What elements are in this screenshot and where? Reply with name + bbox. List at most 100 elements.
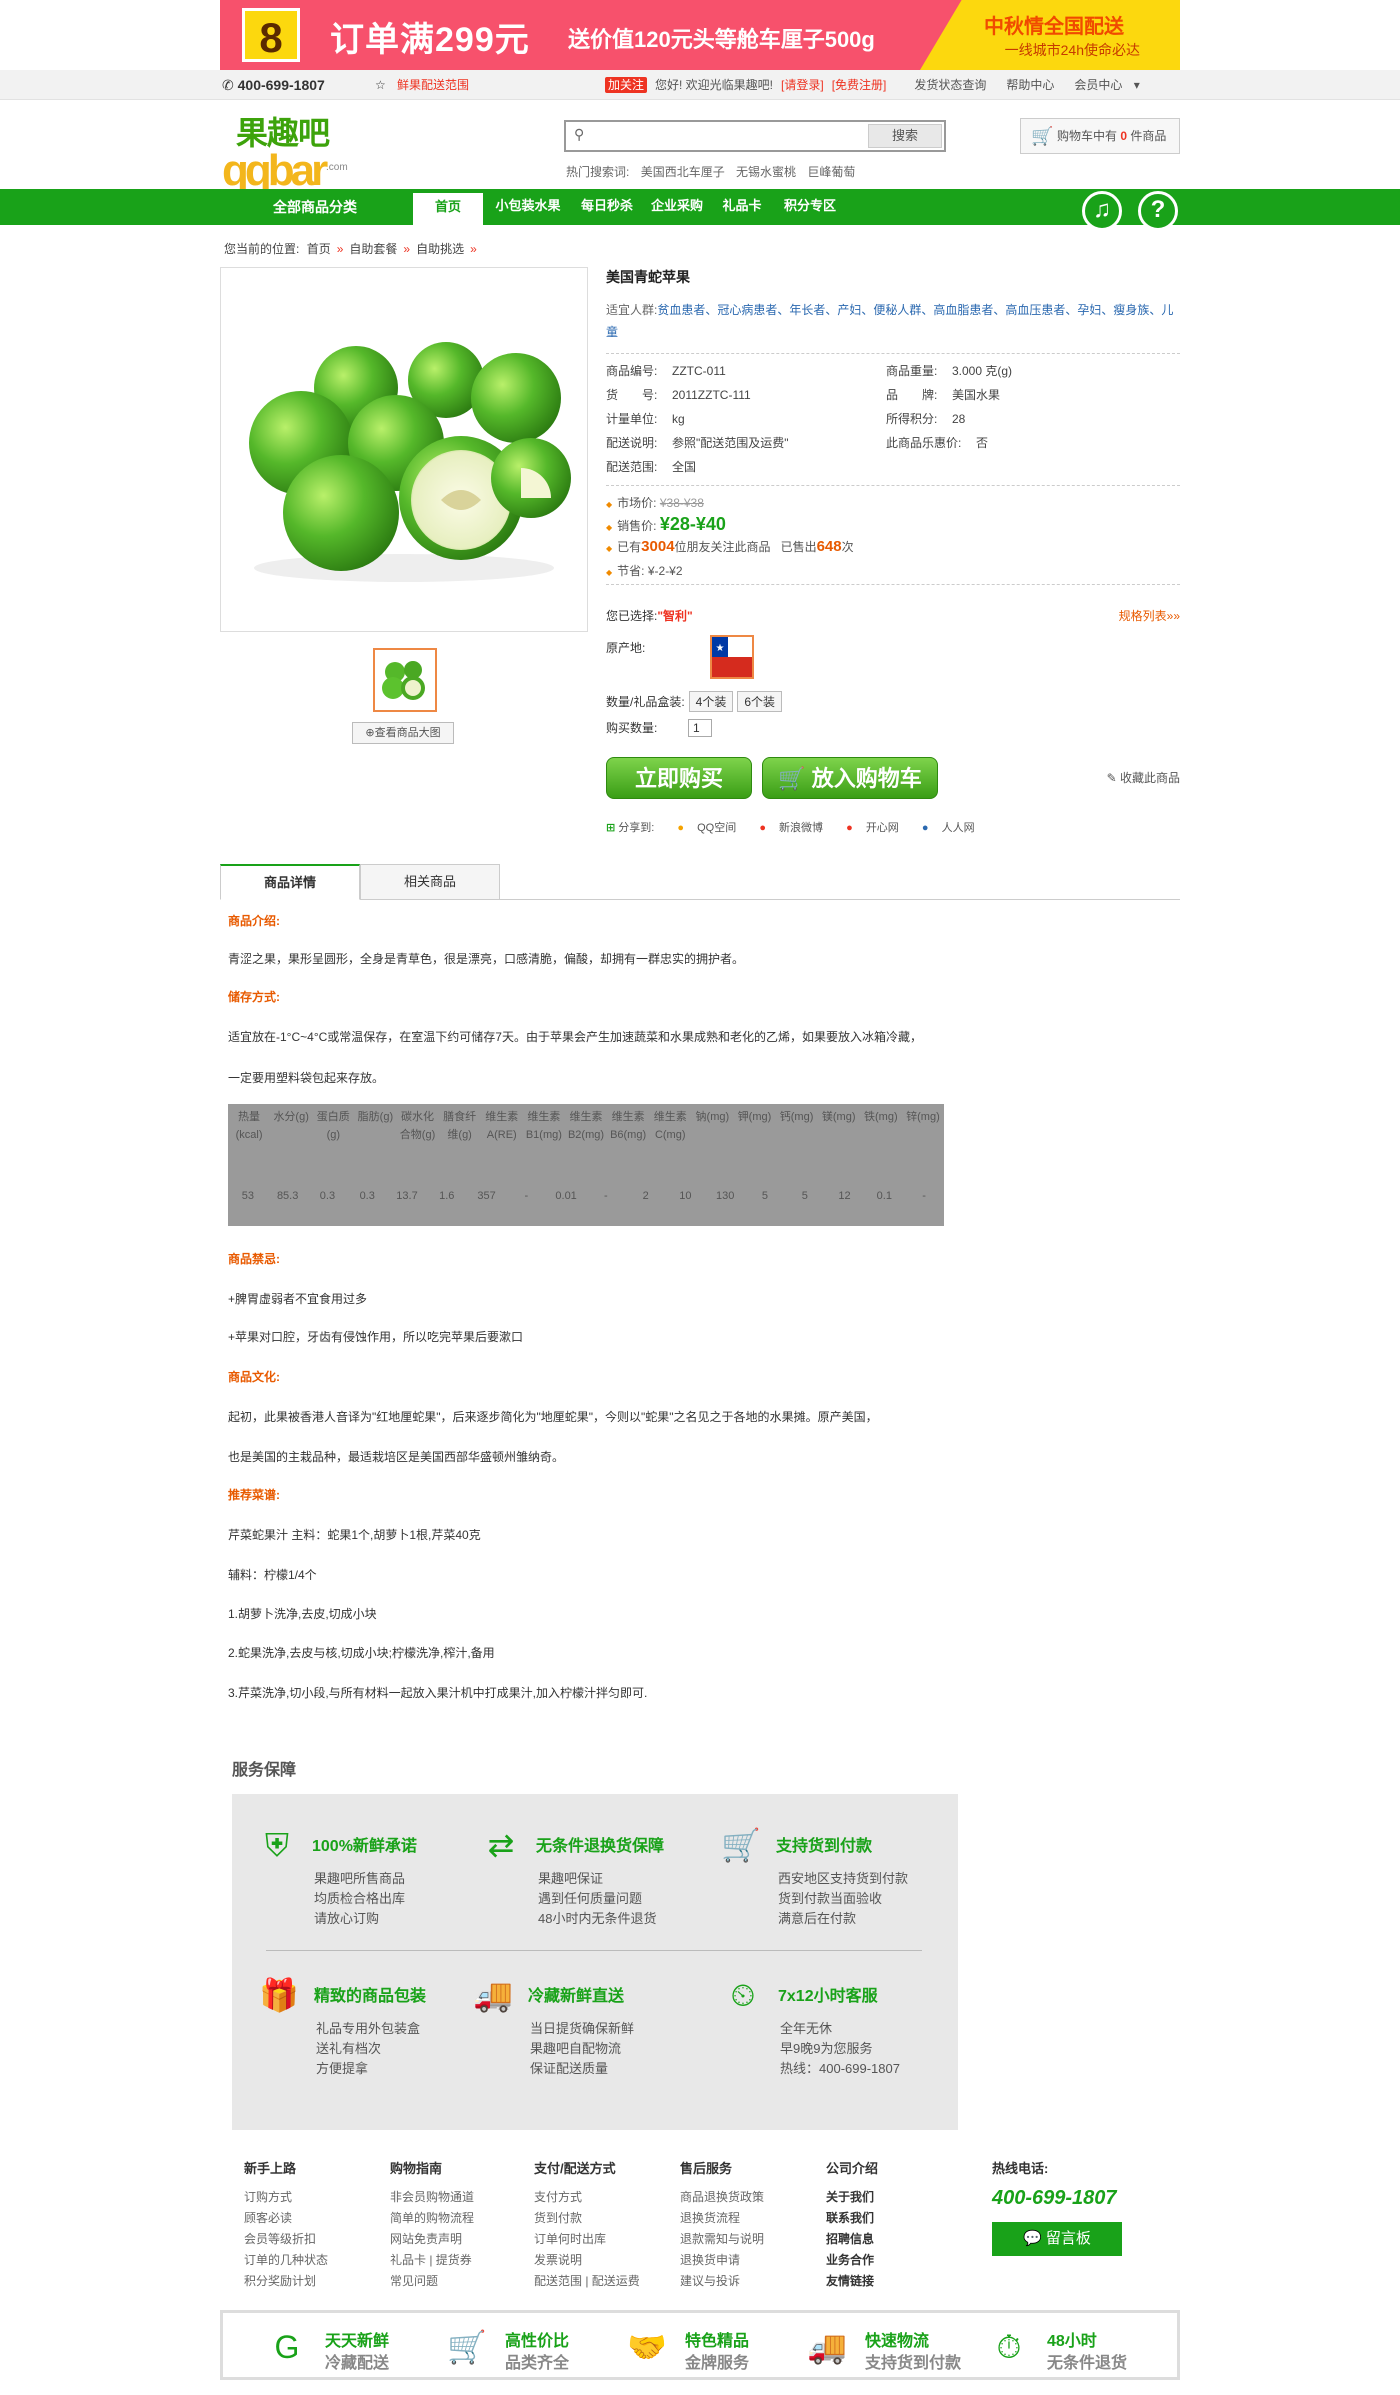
service-item: 🎁 精致的商品包装 礼品专用外包装盒 送礼有档次 方便提拿 bbox=[258, 1974, 478, 2104]
nutrition-value: 5 bbox=[761, 1190, 769, 1202]
footer-link[interactable]: 配送范围 | 配送运费 bbox=[534, 2271, 640, 2292]
follow-button[interactable]: 加关注 bbox=[605, 77, 648, 93]
hot-keyword[interactable]: 美国西北车厘子 bbox=[641, 165, 725, 179]
favorite-link[interactable]: ✎ 收藏此商品 bbox=[1107, 769, 1180, 786]
product-attributes: 商品编号: ZZTC-011 货 号: 2011ZZTC-111 计量单位: kg 配… bbox=[606, 353, 1180, 483]
footer-link[interactable]: 招聘信息 bbox=[826, 2229, 878, 2250]
quantity-input[interactable]: 1 bbox=[688, 719, 712, 737]
thumbnail[interactable] bbox=[373, 648, 437, 712]
footer-link[interactable]: 订购方式 bbox=[244, 2187, 328, 2208]
culture-text: 起初，此果被香港人音译为"红地厘蛇果"，后来逐步简化为"地厘蛇果"，今则以"蛇果… bbox=[228, 1410, 878, 1424]
tab-detail[interactable]: 商品详情 bbox=[220, 864, 360, 900]
view-large-image-button[interactable]: ⊕查看商品大图 bbox=[352, 722, 454, 744]
cart-suffix: 件商品 bbox=[1130, 129, 1167, 143]
chile-flag-option[interactable]: ★ bbox=[710, 635, 754, 679]
message-board-button[interactable]: 💬 留言板 bbox=[992, 2222, 1122, 2256]
share-renren[interactable]: ● 人人网 bbox=[922, 822, 985, 834]
search-input[interactable] bbox=[592, 126, 862, 146]
cart-icon: 🛒 bbox=[721, 1827, 761, 1863]
breadcrumb-self[interactable]: 自助挑选 bbox=[416, 242, 464, 256]
hotline-number: 400-699-1807 bbox=[992, 2187, 1117, 2209]
star-icon[interactable]: ☆ bbox=[375, 70, 386, 100]
footer-link[interactable]: 非会员购物通道 bbox=[390, 2187, 474, 2208]
pack-4-option[interactable]: 4个装 bbox=[688, 691, 734, 712]
hot-keywords: 热门搜索词: 美国西北车厘子 无锡水蜜桃 巨峰葡萄 bbox=[566, 163, 863, 180]
service-line: 送礼有档次 bbox=[316, 2041, 382, 2056]
add-to-cart-button[interactable]: 🛒 放入购物车 bbox=[762, 757, 938, 799]
footer-link[interactable]: 商品退换货政策 bbox=[680, 2187, 764, 2208]
chile-flag-icon: ★ bbox=[712, 637, 752, 677]
footer-link[interactable]: 关于我们 bbox=[826, 2187, 878, 2208]
search-button[interactable]: 搜索 bbox=[868, 124, 942, 148]
intro-heading: 商品介绍: bbox=[228, 914, 280, 928]
footer-link[interactable]: 简单的购物流程 bbox=[390, 2208, 474, 2229]
footer-link[interactable]: 礼品卡 | 提货券 bbox=[390, 2250, 474, 2271]
hot-keyword[interactable]: 无锡水蜜桃 bbox=[736, 165, 796, 179]
footer-link[interactable]: 顾客必读 bbox=[244, 2208, 328, 2229]
taboo-text: +脾胃虚弱者不宜食用过多 bbox=[228, 1292, 368, 1306]
nav-enterprise[interactable]: 企业采购 bbox=[642, 189, 712, 225]
help-question-icon[interactable]: ? bbox=[1138, 191, 1178, 231]
order-query-link[interactable]: 发货状态查询 bbox=[914, 78, 986, 92]
nav-home[interactable]: 首页 bbox=[413, 193, 483, 225]
footer-link[interactable]: 货到付款 bbox=[534, 2208, 640, 2229]
footer-link[interactable]: 友情链接 bbox=[826, 2271, 878, 2292]
storage-text: 一定要用塑料袋包起来存放。 bbox=[228, 1071, 385, 1085]
phone: ✆ 400-699-1807 bbox=[222, 70, 325, 100]
share-kaixin[interactable]: ● 开心网 bbox=[846, 822, 909, 834]
delivery-note-link[interactable]: 参照"配送范围及运费" bbox=[672, 436, 789, 450]
footer-link[interactable]: 退换货流程 bbox=[680, 2208, 764, 2229]
service-line: 请放心订购 bbox=[314, 1911, 380, 1926]
breadcrumb-home[interactable]: 首页 bbox=[307, 242, 331, 256]
footer-link[interactable]: 积分奖励计划 bbox=[244, 2271, 328, 2292]
footer-link[interactable]: 支付方式 bbox=[534, 2187, 640, 2208]
nutrition-value: 5 bbox=[801, 1190, 808, 1202]
banner-right-title: 中秋情全国配送 bbox=[984, 16, 1124, 38]
all-categories[interactable]: 全部商品分类 bbox=[220, 189, 410, 225]
attr-row: 计量单位: kg bbox=[606, 412, 685, 426]
share-qzone[interactable]: ● QQ空间 bbox=[677, 822, 746, 834]
pack-6-option[interactable]: 6个装 bbox=[737, 691, 783, 712]
service-heading: 100%新鲜承诺 bbox=[312, 1838, 417, 1855]
service-line: 保证配送质量 bbox=[530, 2061, 609, 2076]
footer-link[interactable]: 订单何时出库 bbox=[534, 2229, 640, 2250]
culture-text: 也是美国的主栽品种，最适栽培区是美国西部华盛顿州雏纳奇。 bbox=[228, 1450, 565, 1464]
nav-points[interactable]: 积分专区 bbox=[775, 189, 845, 225]
footer-link[interactable]: 联系我们 bbox=[826, 2208, 878, 2229]
nav-flash-sale[interactable]: 每日秒杀 bbox=[572, 189, 642, 225]
footer-link[interactable]: 会员等级折扣 bbox=[244, 2229, 328, 2250]
footer-link[interactable]: 业务合作 bbox=[826, 2250, 878, 2271]
greeting: 您好! 欢迎光临果趣吧! bbox=[655, 78, 774, 92]
breadcrumb-combo[interactable]: 自助套餐 bbox=[349, 242, 397, 256]
hot-label: 热门搜索词: bbox=[566, 165, 630, 179]
plus-icon: ⊞ bbox=[606, 822, 616, 834]
footer-link[interactable]: 建议与投诉 bbox=[680, 2271, 764, 2292]
nav-gift-card[interactable]: 礼品卡 bbox=[712, 189, 772, 225]
login-link[interactable]: [请登录] bbox=[781, 78, 824, 92]
help-link[interactable]: 帮助中心 bbox=[1006, 78, 1054, 92]
footer-link[interactable]: 发票说明 bbox=[534, 2250, 640, 2271]
fresh-range-link[interactable]: 鲜果配送范围 bbox=[397, 70, 469, 100]
cart-button[interactable]: 🛒 购物车中有 0 件商品 bbox=[1020, 118, 1180, 154]
nav-small-pack[interactable]: 小包装水果 bbox=[488, 189, 568, 225]
member-center-link[interactable]: 会员中心 ▾ bbox=[1074, 78, 1147, 92]
hot-keyword[interactable]: 巨峰葡萄 bbox=[807, 165, 855, 179]
shopping-cart-icon: 🛒 bbox=[447, 2329, 487, 2365]
site-logo[interactable]: 果趣吧 qqbar .com bbox=[222, 108, 352, 195]
headset-icon[interactable]: ♫ bbox=[1082, 191, 1122, 231]
register-link[interactable]: [免费注册] bbox=[832, 78, 887, 92]
footer-link[interactable]: 订单的几种状态 bbox=[244, 2250, 328, 2271]
footer-link[interactable]: 网站免责声明 bbox=[390, 2229, 474, 2250]
footer-link[interactable]: 常见问题 bbox=[390, 2271, 474, 2292]
attr-row: 货 号: 2011ZZTC-111 bbox=[606, 388, 751, 402]
cart-icon: 🛒 bbox=[1031, 126, 1054, 146]
tab-related[interactable]: 相关商品 bbox=[360, 864, 500, 900]
product-image[interactable] bbox=[220, 267, 588, 632]
buy-now-button[interactable]: 立即购买 bbox=[606, 757, 752, 799]
spec-list-link[interactable]: 规格列表»» bbox=[1119, 607, 1180, 624]
promo-banner[interactable]: 8 订单满299元 送价值120元头等舱车厘子500g 中秋情全国配送 一线城市… bbox=[220, 0, 1180, 70]
nutrition-value: 0.3 bbox=[359, 1190, 375, 1202]
share-weibo[interactable]: ● 新浪微博 bbox=[759, 822, 833, 834]
footer-link[interactable]: 退款需知与说明 bbox=[680, 2229, 764, 2250]
footer-link[interactable]: 退换货申请 bbox=[680, 2250, 764, 2271]
